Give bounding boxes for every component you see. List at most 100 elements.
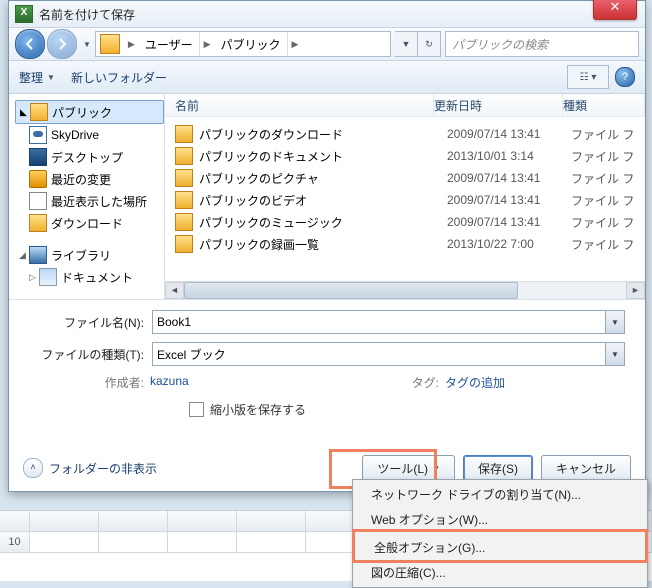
breadcrumb-segment[interactable]: ユーザー: [139, 32, 200, 56]
cell[interactable]: [99, 532, 168, 553]
cancel-label: キャンセル: [556, 460, 616, 477]
chevron-right-icon[interactable]: ▶: [200, 39, 215, 50]
tree-item-recent-places[interactable]: 最近表示した場所: [15, 190, 164, 212]
tag-value[interactable]: タグの追加: [445, 374, 505, 391]
scroll-left-icon[interactable]: ◄: [165, 282, 184, 299]
folder-icon: [175, 125, 193, 143]
close-button[interactable]: ✕: [593, 0, 637, 20]
expander-icon[interactable]: ◢: [19, 250, 29, 261]
tree-item-recent[interactable]: 最近の変更: [15, 168, 164, 190]
refresh-button[interactable]: ↻: [418, 31, 441, 57]
scroll-thumb[interactable]: [184, 282, 518, 299]
folder-icon: [175, 147, 193, 165]
filetype-label: ファイルの種類(T):: [29, 346, 152, 363]
file-date: 2013/10/22 7:00: [447, 237, 571, 251]
tree-item-documents[interactable]: ▷ ドキュメント: [15, 266, 164, 288]
file-row[interactable]: パブリックのピクチャ2009/07/14 13:41ファイル フ: [175, 167, 645, 189]
downloads-icon: [29, 214, 47, 232]
file-row[interactable]: パブリックのダウンロード2009/07/14 13:41ファイル フ: [175, 123, 645, 145]
hide-folders-button[interactable]: ˄ フォルダーの非表示: [23, 458, 157, 478]
expander-icon[interactable]: ▷: [29, 272, 39, 283]
filetype-select[interactable]: Excel ブック ▼: [152, 342, 625, 366]
tree-label: ドキュメント: [61, 269, 133, 286]
tree-label: 最近表示した場所: [51, 193, 147, 210]
col-header: [168, 511, 237, 532]
file-row[interactable]: パブリックの録画一覧2013/10/22 7:00ファイル フ: [175, 233, 645, 255]
folder-icon: [175, 235, 193, 253]
new-folder-button[interactable]: 新しいフォルダー: [71, 69, 167, 86]
chevron-down-icon[interactable]: ▼: [605, 343, 624, 365]
breadcrumb[interactable]: ▶ ユーザー ▶ パブリック ▶: [95, 31, 391, 57]
author-label: 作成者:: [69, 374, 150, 391]
tag-label: タグ:: [364, 374, 445, 391]
file-name: パブリックのダウンロード: [199, 126, 447, 143]
nav-bar: ▼ ▶ ユーザー ▶ パブリック ▶ ▼ ↻ パブリックの検索: [9, 28, 645, 61]
file-date: 2013/10/01 3:14: [447, 149, 571, 163]
menu-item-map-drive[interactable]: ネットワーク ドライブの割り当て(N)...: [355, 482, 645, 507]
file-type: ファイル フ: [571, 148, 634, 165]
cell[interactable]: [30, 532, 99, 553]
filename-input[interactable]: Book1 ▼: [152, 310, 625, 334]
menu-item-compress[interactable]: 図の圧縮(C)...: [355, 560, 645, 585]
file-date: 2009/07/14 13:41: [447, 215, 571, 229]
tree-item-skydrive[interactable]: SkyDrive: [15, 124, 164, 146]
row-header: 10: [0, 532, 30, 553]
organize-menu[interactable]: 整理 ▼: [19, 69, 55, 86]
folder-icon: [175, 213, 193, 231]
tree-label: ライブラリ: [51, 247, 111, 264]
file-name: パブリックの録画一覧: [199, 236, 447, 253]
chevron-down-icon[interactable]: ▼: [605, 311, 624, 333]
breadcrumb-dropdown[interactable]: ▼: [395, 31, 418, 57]
back-button[interactable]: [15, 29, 45, 59]
documents-icon: [39, 268, 57, 286]
view-options-button[interactable]: ☷ ▾: [567, 65, 609, 89]
nav-history-dropdown[interactable]: ▼: [83, 40, 91, 49]
file-row[interactable]: パブリックのミュージック2009/07/14 13:41ファイル フ: [175, 211, 645, 233]
chevron-right-icon[interactable]: ▶: [288, 39, 303, 50]
tree-item-downloads[interactable]: ダウンロード: [15, 212, 164, 234]
help-button[interactable]: ?: [615, 67, 635, 87]
cancel-button[interactable]: キャンセル: [541, 455, 631, 481]
arrow-left-icon: [24, 38, 36, 50]
author-value[interactable]: kazuna: [150, 374, 189, 391]
folder-icon: [100, 34, 120, 54]
checkbox-icon[interactable]: [189, 402, 204, 417]
row-header: [0, 511, 30, 532]
chevron-right-icon[interactable]: ▶: [124, 39, 139, 50]
cell[interactable]: [237, 532, 306, 553]
filename-value: Book1: [157, 315, 191, 329]
folder-icon: [175, 191, 193, 209]
tree-item-public[interactable]: ◣ パブリック: [15, 100, 164, 124]
col-header: [237, 511, 306, 532]
cell[interactable]: [168, 532, 237, 553]
file-row[interactable]: パブリックのビデオ2009/07/14 13:41ファイル フ: [175, 189, 645, 211]
file-type: ファイル フ: [571, 126, 634, 143]
column-name[interactable]: 名前: [175, 94, 434, 116]
col-header: [30, 511, 99, 532]
tree-item-libraries[interactable]: ◢ ライブラリ: [15, 244, 164, 266]
tree-label: 最近の変更: [51, 171, 111, 188]
file-date: 2009/07/14 13:41: [447, 193, 571, 207]
expander-icon[interactable]: ◣: [20, 107, 30, 118]
save-button[interactable]: 保存(S): [463, 455, 533, 481]
recent-icon: [29, 170, 47, 188]
tools-button[interactable]: ツール(L) ▼: [362, 455, 455, 481]
breadcrumb-segment[interactable]: パブリック: [215, 32, 288, 56]
filename-label: ファイル名(N):: [29, 314, 152, 331]
scroll-right-icon[interactable]: ►: [626, 282, 645, 299]
search-input[interactable]: パブリックの検索: [445, 31, 639, 57]
forward-button[interactable]: [47, 29, 77, 59]
tools-label: ツール(L): [377, 460, 428, 477]
file-date: 2009/07/14 13:41: [447, 171, 571, 185]
column-date[interactable]: 更新日時: [434, 94, 563, 116]
toolbar: 整理 ▼ 新しいフォルダー ☷ ▾ ?: [9, 61, 645, 94]
file-row[interactable]: パブリックのドキュメント2013/10/01 3:14ファイル フ: [175, 145, 645, 167]
scroll-track[interactable]: [184, 282, 626, 299]
menu-item-general-options[interactable]: 全般オプション(G)...: [352, 529, 648, 563]
thumbnail-checkbox[interactable]: 縮小版を保存する: [189, 401, 625, 418]
tree-item-desktop[interactable]: デスクトップ: [15, 146, 164, 168]
file-list-pane: 名前 更新日時 種類 パブリックのダウンロード2009/07/14 13:41フ…: [165, 94, 645, 299]
horizontal-scrollbar[interactable]: ◄ ►: [165, 281, 645, 299]
column-type[interactable]: 種類: [563, 94, 645, 116]
col-header: [99, 511, 168, 532]
